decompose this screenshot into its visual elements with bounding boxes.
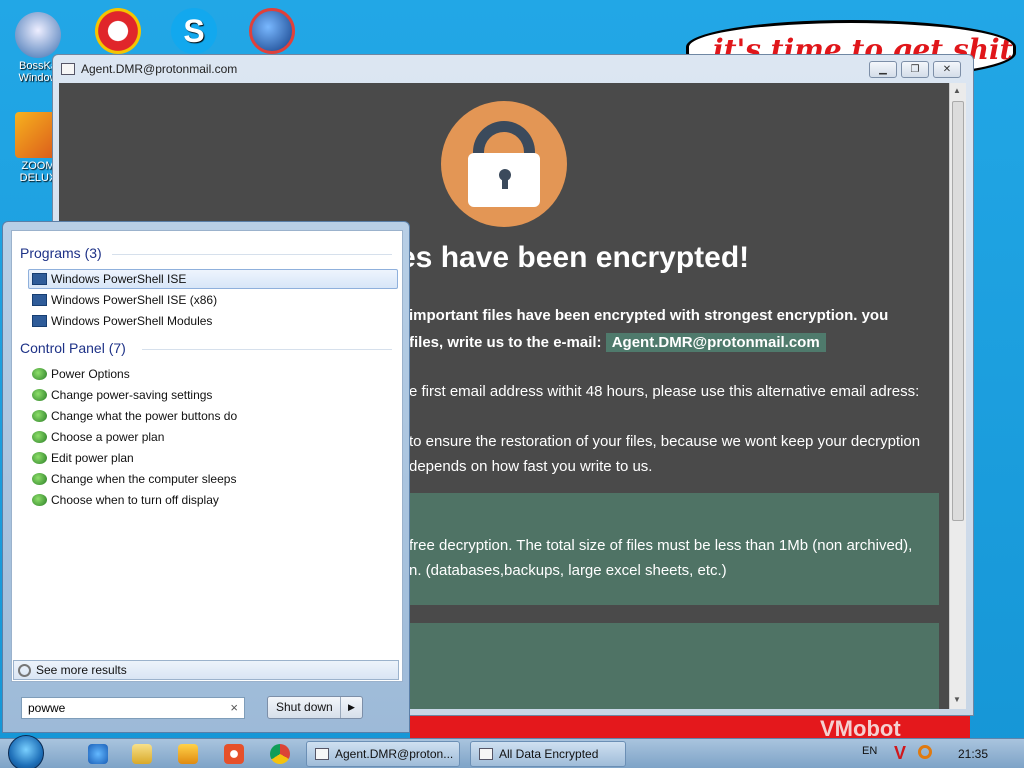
language-indicator[interactable]: EN	[862, 745, 877, 757]
p-app-icon	[95, 8, 141, 54]
message-line: to ensure the restoration of your files,…	[409, 433, 921, 450]
power-options-icon	[32, 389, 47, 401]
window-app-icon	[315, 748, 329, 760]
tray-search-icon[interactable]	[918, 745, 932, 759]
message-line: e first email address withit 48 hours, p…	[409, 383, 920, 400]
desktop-icon-globe[interactable]	[236, 8, 308, 56]
powershell-icon	[32, 273, 47, 285]
contact-email[interactable]: Agent.DMR@protonmail.com	[605, 333, 826, 352]
result-power-options[interactable]: Power Options	[28, 364, 398, 384]
section-header-control-panel: Control Panel (7)	[20, 340, 126, 356]
internet-explorer-icon[interactable]	[88, 744, 108, 764]
message-line: files, write us to the e-mail: Agent.DMR…	[409, 333, 826, 352]
section-header-programs: Programs (3)	[20, 245, 102, 261]
message-line: n. (databases,backups, large excel sheet…	[409, 562, 727, 579]
result-edit-power-plan[interactable]: Edit power plan	[28, 448, 398, 468]
desktop-icon-p-app[interactable]	[82, 8, 154, 56]
scroll-down-icon[interactable]: ▼	[953, 695, 961, 704]
encrypted-heading: es have been encrypted!	[399, 241, 750, 274]
restore-button[interactable]: ❐	[901, 61, 929, 78]
shutdown-options-icon[interactable]: ▶	[340, 697, 362, 718]
power-options-icon	[32, 494, 47, 506]
result-power-buttons[interactable]: Change what the power buttons do	[28, 406, 398, 426]
message-line: free decryption. The total size of files…	[409, 537, 913, 554]
desktop-icon-skype[interactable]: S	[158, 8, 230, 56]
message-line: important files have been encrypted with…	[409, 307, 889, 324]
chrome-icon[interactable]	[270, 744, 290, 764]
tray-v-icon[interactable]: V	[894, 743, 906, 764]
taskbar-item-agent-window[interactable]: Agent.DMR@proton...	[306, 741, 460, 767]
message-line: depends on how fast you write to us.	[409, 458, 653, 475]
scroll-up-icon[interactable]: ▲	[953, 86, 961, 95]
minimize-button[interactable]: ▁	[869, 61, 897, 78]
message-text: files, write us to the e-mail:	[409, 334, 602, 351]
window-titlebar[interactable]: Agent.DMR@protonmail.com ▁ ❐ ✕	[53, 55, 973, 83]
skype-icon: S	[171, 8, 217, 54]
search-results-panel: Programs (3) Windows PowerShell ISE Wind…	[11, 230, 403, 682]
close-button[interactable]: ✕	[933, 61, 961, 78]
lock-icon	[441, 101, 567, 227]
explorer-icon[interactable]	[132, 744, 152, 764]
app-icon[interactable]	[224, 744, 244, 764]
clock[interactable]: 21:35	[958, 747, 988, 761]
search-icon	[18, 664, 31, 677]
power-options-icon	[32, 431, 47, 443]
bosskey-icon	[15, 12, 61, 58]
power-options-icon	[32, 410, 47, 422]
power-options-icon	[32, 452, 47, 464]
globe-app-icon	[249, 8, 295, 54]
result-powershell-modules[interactable]: Windows PowerShell Modules	[28, 311, 398, 331]
window-app-icon	[61, 63, 75, 75]
start-menu: Programs (3) Windows PowerShell ISE Wind…	[2, 221, 410, 733]
window-title: Agent.DMR@protonmail.com	[81, 62, 238, 76]
wallpaper-banner: VMobot	[410, 716, 970, 741]
see-more-results[interactable]: See more results	[13, 660, 399, 680]
result-power-plan[interactable]: Choose a power plan	[28, 427, 398, 447]
power-options-icon	[32, 473, 47, 485]
result-turn-off-display[interactable]: Choose when to turn off display	[28, 490, 398, 510]
result-powershell-ise[interactable]: Windows PowerShell ISE	[28, 269, 398, 289]
taskbar: Agent.DMR@proton... All Data Encrypted E…	[0, 735, 1024, 768]
taskbar-item-all-data-encrypted[interactable]: All Data Encrypted	[470, 741, 626, 767]
media-player-icon[interactable]	[178, 744, 198, 764]
result-computer-sleeps[interactable]: Change when the computer sleeps	[28, 469, 398, 489]
window-scrollbar[interactable]: ▲ ▼	[949, 83, 966, 709]
result-powershell-ise-x86[interactable]: Windows PowerShell ISE (x86)	[28, 290, 398, 310]
powershell-icon	[32, 315, 47, 327]
power-options-icon	[32, 368, 47, 380]
clear-search-icon[interactable]: ×	[230, 698, 238, 718]
shutdown-button[interactable]: Shut down ▶	[267, 696, 363, 719]
result-power-saving[interactable]: Change power-saving settings	[28, 385, 398, 405]
start-button[interactable]	[8, 735, 44, 768]
window-app-icon	[479, 748, 493, 760]
search-input[interactable]: powwe ×	[21, 697, 245, 719]
scrollbar-thumb[interactable]	[952, 101, 964, 521]
powershell-icon	[32, 294, 47, 306]
